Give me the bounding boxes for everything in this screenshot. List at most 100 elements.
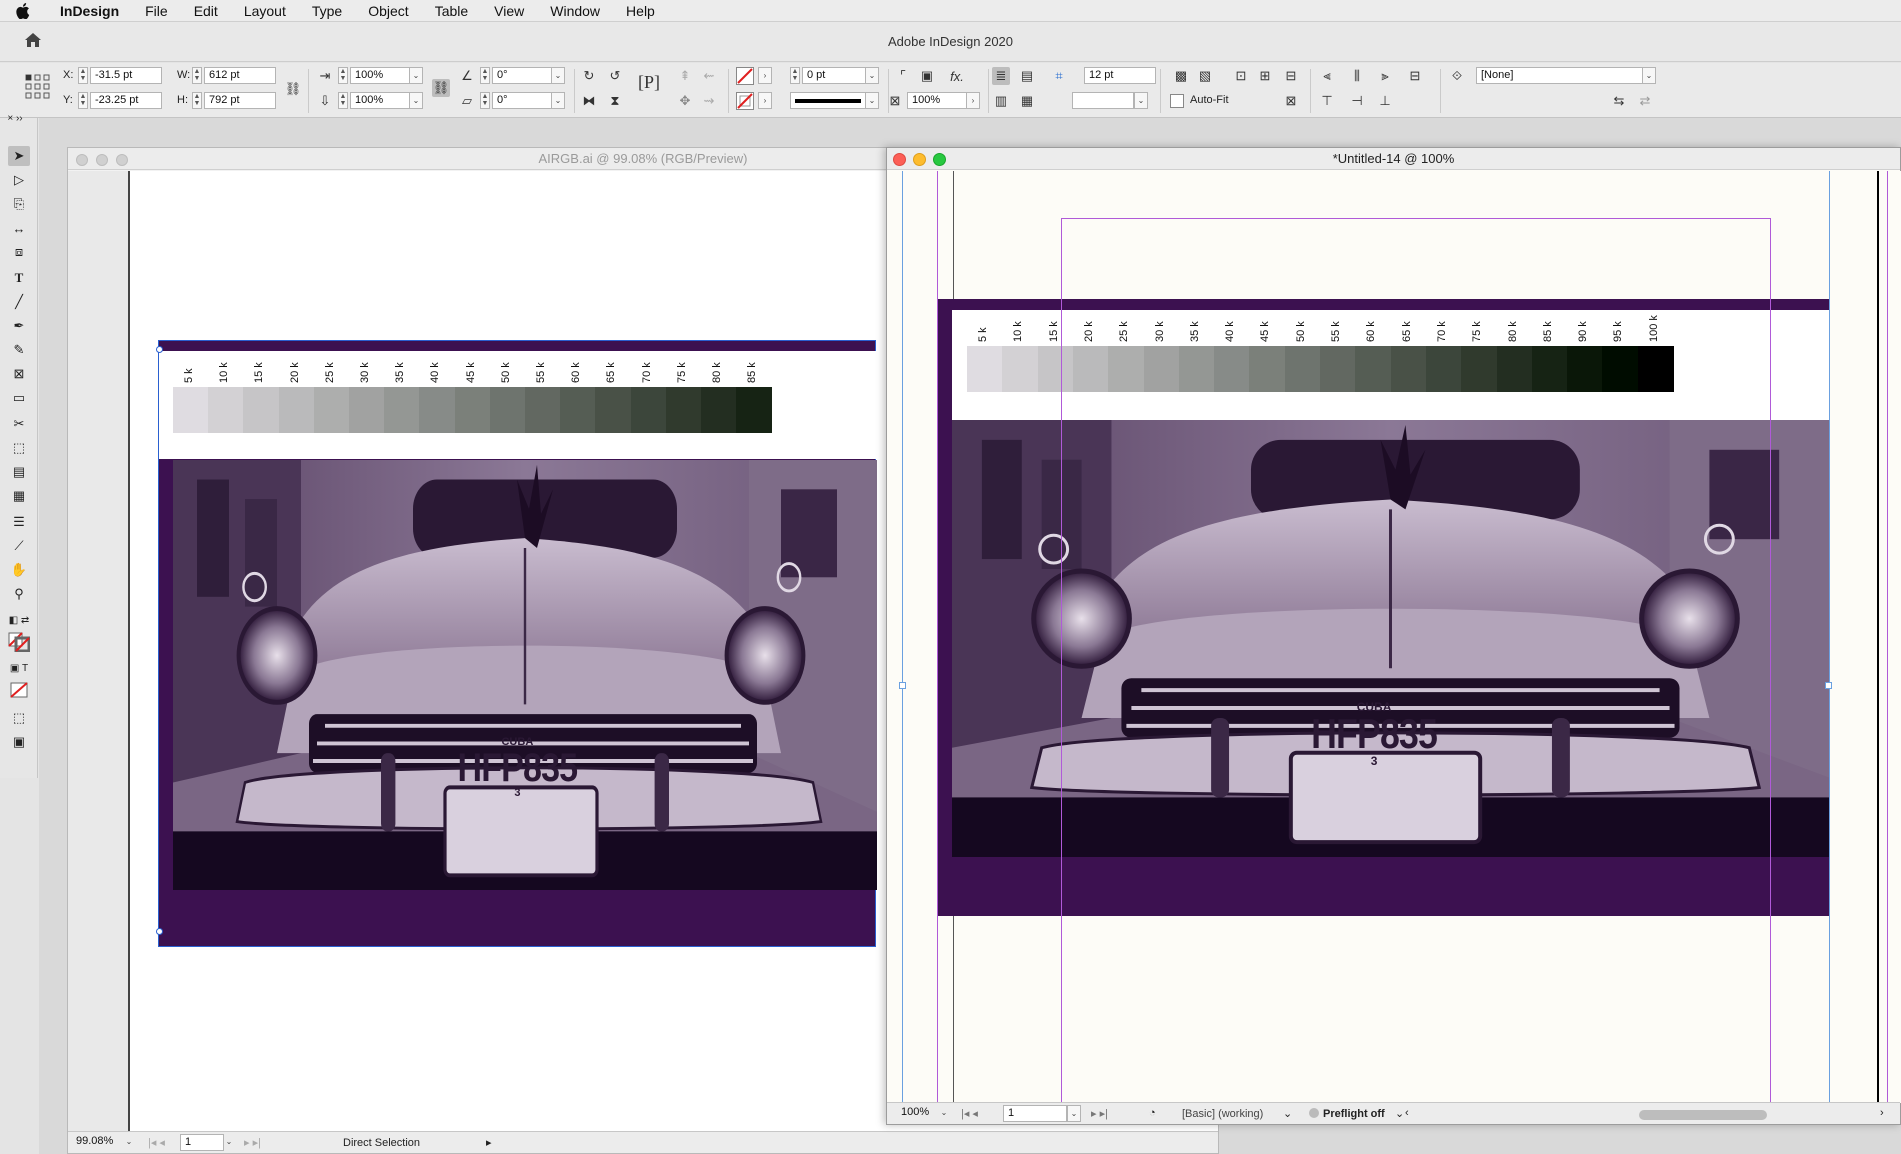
note-tool-icon[interactable]: ☰ [8,512,30,532]
rotate-stepper[interactable]: ▲ ▼ [480,67,490,84]
doc2-scroll-right-icon[interactable]: › [1880,1107,1884,1119]
rotate-ccw-icon[interactable]: ↺ [606,67,624,85]
menu-table[interactable]: Table [422,0,481,22]
opacity-dropdown[interactable]: › [966,92,980,109]
doc2-handle-right[interactable] [1825,682,1832,689]
fill-dropdown[interactable]: › [758,67,772,84]
doc1-status-menu-icon[interactable]: ▸ [486,1136,492,1149]
gap-tool-icon[interactable]: ↔ [8,218,30,238]
effects-fx-icon[interactable]: fx. [948,67,966,85]
y-stepper[interactable]: ▲ ▼ [78,92,88,109]
zoom-tool-icon[interactable]: ⚲ [8,584,30,604]
fill-stroke-swatch-icon[interactable] [8,632,30,652]
view-mode-icon[interactable]: ▣ [8,732,30,752]
select-container-icon[interactable]: ⇞ [676,67,694,85]
doc2-minimize-button[interactable] [913,153,926,166]
menu-object[interactable]: Object [355,0,421,22]
select-previous-icon[interactable]: ⇜ [700,67,718,85]
direct-selection-tool-icon[interactable]: ▷ [8,170,30,190]
content-aware-fit-icon[interactable]: ⊠ [1282,92,1300,110]
doc2-zoom-button[interactable] [933,153,946,166]
fit-content-proportionally-icon[interactable]: ⊟ [1282,67,1300,85]
stroke-type-dropdown[interactable]: ⌄ [865,92,879,109]
doc2-zoom-dropdown[interactable]: ⌄ [937,1105,951,1122]
rectangle-tool-icon[interactable]: ▭ [8,388,30,408]
content-collector-icon[interactable]: ⧈ [8,242,30,262]
doc2-page-field[interactable]: 1 [1003,1105,1067,1122]
panel-close-icon[interactable]: × ›› [4,112,26,124]
columns-field[interactable] [1072,92,1134,109]
pen-tool-icon[interactable]: ✒ [8,316,30,336]
align-left-edges-icon[interactable]: ⫷ [1318,67,1336,85]
doc2-open-page-icon[interactable]: ◔ [1149,1107,1156,1119]
menu-app-indesign[interactable]: InDesign [52,0,132,22]
doc2-page-nav-first-icon[interactable]: |◂ ◂ [961,1107,978,1120]
doc2-style-dropdown-icon[interactable]: ⌄ [1283,1107,1292,1120]
align-right-edges-icon[interactable]: ⫸ [1376,67,1394,85]
h-stepper[interactable]: ▲ ▼ [192,92,202,109]
apply-none-icon[interactable] [8,680,30,700]
menu-help[interactable]: Help [613,0,668,22]
doc1-page-nav-first-icon[interactable]: |◂ ◂ [148,1136,165,1149]
stroke-type-field[interactable] [790,92,866,109]
free-transform-tool-icon[interactable]: ⬚ [8,438,30,458]
w-stepper[interactable]: ▲ ▼ [192,67,202,84]
formatting-affects-icon[interactable]: ▣ T [8,658,30,678]
align-to-menu-icon[interactable]: ⊟ [1406,67,1424,85]
select-next-icon[interactable]: ⇝ [700,92,718,110]
doc2-horizontal-scrollbar[interactable] [1639,1110,1767,1120]
scale-y-dropdown[interactable]: ⌄ [409,92,423,109]
autofit-checkbox[interactable] [1170,94,1184,108]
selection-tool-icon[interactable]: ➤ [8,146,30,166]
doc2-title-bar[interactable]: *Untitled-14 @ 100% [887,148,1900,170]
doc1-close-button[interactable] [76,154,88,166]
menu-layout[interactable]: Layout [231,0,299,22]
scissors-tool-icon[interactable]: ✂ [8,414,30,434]
shear-field[interactable]: 0° [492,92,552,109]
pencil-tool-icon[interactable]: ✎ [8,340,30,360]
text-wrap-jump-icon[interactable]: ▥ [992,92,1010,110]
stroke-weight-dropdown[interactable]: ⌄ [865,67,879,84]
w-field[interactable]: 612 pt [204,67,276,84]
align-bottom-edges-icon[interactable]: ⊥ [1376,92,1394,110]
apple-icon[interactable] [16,2,34,19]
doc1-zoom-field[interactable]: 99.08% [72,1134,128,1151]
select-content-arrow-icon[interactable]: ✥ [676,92,694,110]
doc1-selection-handle-top[interactable] [156,346,163,353]
object-style-field[interactable]: [None] [1476,67,1644,84]
doc1-zoom-dropdown[interactable]: ⌄ [122,1134,136,1151]
rotate-dropdown[interactable]: ⌄ [551,67,565,84]
doc2-page-nav-last-icon[interactable]: ▸ ▸| [1091,1107,1108,1120]
rectangle-frame-tool-icon[interactable]: ⊠ [8,364,30,384]
fill-frame-proportionally-icon[interactable]: ⊞ [1256,67,1274,85]
doc1-page-dropdown[interactable]: ⌄ [222,1134,236,1151]
align-horizontal-centers-icon[interactable]: ⫼ [1348,67,1366,85]
align-vertical-centers-icon[interactable]: ⊣ [1348,92,1366,110]
gutter-field[interactable]: 12 pt [1084,67,1156,84]
gradient-feather-tool-icon[interactable]: ▦ [8,486,30,506]
scale-x-field[interactable]: 100% [350,67,410,84]
break-link-icon[interactable]: ⇄ [1636,92,1654,110]
screen-mode-icon[interactable]: ⬚ [8,708,30,728]
shear-stepper[interactable]: ▲ ▼ [480,92,490,109]
doc1-placed-artwork[interactable]: 5 k 10 k 15 k 20 k 25 k 30 k 35 k 40 k 45 k 50 k 5… [156,340,877,947]
constrain-scale-icon[interactable]: ⛓ [432,79,450,97]
menu-window[interactable]: Window [537,0,613,22]
flip-horizontal-icon[interactable]: ⧓ [580,92,598,110]
text-wrap-bbox-icon[interactable]: ▤ [1018,67,1036,85]
scale-x-dropdown[interactable]: ⌄ [409,67,423,84]
doc2-style-text[interactable]: [Basic] (working) [1182,1108,1263,1120]
select-content-icon[interactable]: [P] [638,72,660,92]
opacity-field[interactable]: 100% [907,92,967,109]
hand-tool-icon[interactable]: ✋ [8,560,30,580]
stroke-dropdown[interactable]: › [758,92,772,109]
text-wrap-next-icon[interactable]: ▦ [1018,92,1036,110]
doc2-scroll-left-icon[interactable]: ‹ [1405,1107,1409,1119]
columns-dropdown[interactable]: ⌄ [1134,92,1148,109]
text-wrap-none-icon[interactable]: ≣ [992,67,1010,85]
stroke-weight-field[interactable]: 0 pt [802,67,866,84]
menu-view[interactable]: View [481,0,537,22]
doc2-close-button[interactable] [893,153,906,166]
doc2-preflight-dropdown-icon[interactable]: ⌄ [1395,1107,1404,1120]
stroke-swatch-none-icon[interactable] [736,92,754,110]
